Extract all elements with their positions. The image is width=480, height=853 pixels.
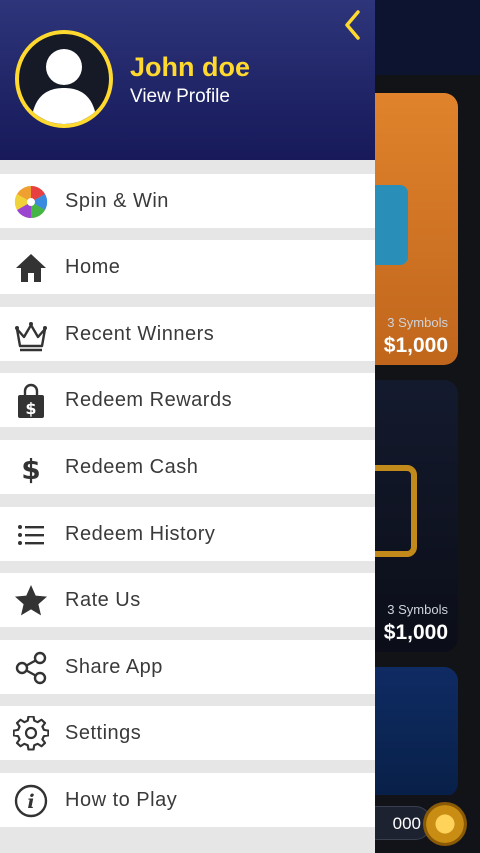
coin-icon[interactable] xyxy=(423,802,467,846)
svg-text:i: i xyxy=(27,791,34,813)
menu-item-label: Redeem Cash xyxy=(65,456,199,478)
star-icon xyxy=(13,583,49,619)
card-symbols-text: 3 Symbols xyxy=(387,602,448,617)
view-profile-link[interactable]: View Profile xyxy=(130,86,230,108)
menu-item-label: Spin & Win xyxy=(65,190,169,212)
menu-item-settings[interactable]: Settings xyxy=(0,706,375,760)
home-icon xyxy=(13,250,49,286)
menu-item-spin-win[interactable]: Spin & Win xyxy=(0,174,375,228)
menu-item-label: Settings xyxy=(65,722,142,744)
dollar-icon: $ xyxy=(13,450,49,486)
menu-item-recent-winners[interactable]: Recent Winners xyxy=(0,307,375,361)
spin-wheel-icon xyxy=(13,184,49,220)
gear-icon xyxy=(13,716,49,752)
menu-item-home[interactable]: Home xyxy=(0,240,375,294)
svg-text:$: $ xyxy=(25,399,36,418)
menu-item-redeem-history[interactable]: Redeem History xyxy=(0,507,375,561)
share-icon xyxy=(13,650,49,686)
navigation-drawer: John doe View Profile Spin & Win Home Re… xyxy=(0,0,375,853)
menu-item-redeem-rewards[interactable]: $ Redeem Rewards xyxy=(0,373,375,427)
chevron-left-icon[interactable] xyxy=(338,8,368,42)
menu-item-label: Recent Winners xyxy=(65,323,215,345)
menu-item-redeem-cash[interactable]: $ Redeem Cash xyxy=(0,440,375,494)
menu-item-label: Home xyxy=(65,256,121,278)
drawer-header: John doe View Profile xyxy=(0,0,375,160)
menu-item-share-app[interactable]: Share App xyxy=(0,640,375,694)
menu-item-label: Share App xyxy=(65,656,163,678)
card-price: $1,000 xyxy=(383,621,448,644)
crown-icon xyxy=(13,317,49,353)
card-symbols-text: 3 Symbols xyxy=(387,315,448,330)
menu-item-label: Redeem Rewards xyxy=(65,389,233,411)
info-icon: i xyxy=(13,783,49,819)
menu-item-rate-us[interactable]: Rate Us xyxy=(0,573,375,627)
shopping-bag-icon: $ xyxy=(13,383,49,419)
card-price: $1,000 xyxy=(383,334,448,357)
menu-item-label: How to Play xyxy=(65,789,178,811)
user-silhouette-icon[interactable] xyxy=(15,30,113,128)
user-name[interactable]: John doe xyxy=(130,52,250,83)
menu-item-label: Rate Us xyxy=(65,589,141,611)
svg-text:$: $ xyxy=(21,453,40,486)
menu-item-how-to-play[interactable]: i How to Play xyxy=(0,773,375,827)
menu-item-label: Redeem History xyxy=(65,523,216,545)
list-icon xyxy=(13,517,49,553)
